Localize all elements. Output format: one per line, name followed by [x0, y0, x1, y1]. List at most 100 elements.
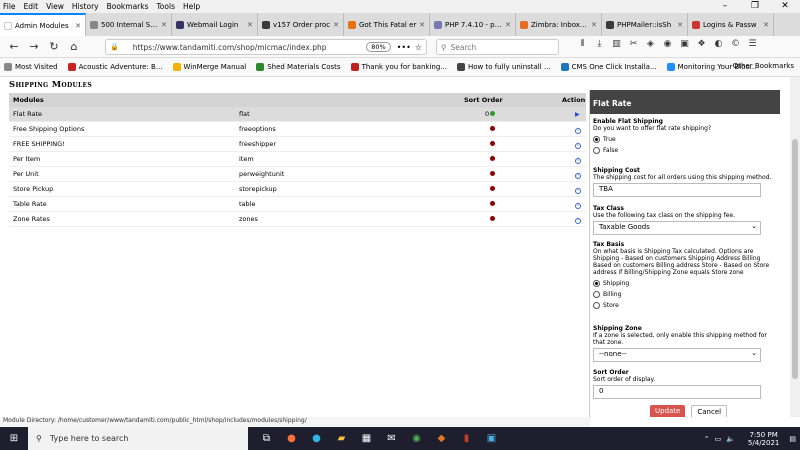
clock[interactable]: 7:50 PM 5/4/2021: [748, 431, 779, 447]
tab-5[interactable]: PHP 7.4.10 - phpinfo✕: [430, 13, 516, 36]
cancel-button[interactable]: Cancel: [691, 405, 728, 417]
radio-true-icon[interactable]: [593, 136, 600, 143]
info-icon[interactable]: i: [575, 187, 581, 194]
status-enabled-icon[interactable]: [490, 111, 496, 116]
menu-hamburger-icon[interactable]: ☰: [744, 39, 761, 49]
pocket-icon[interactable]: ◈: [642, 39, 659, 49]
more-icon[interactable]: •••: [397, 43, 411, 52]
minimize-icon[interactable]: –: [710, 0, 740, 13]
extension-icon-2[interactable]: ▣: [676, 39, 693, 49]
radio-true[interactable]: True: [593, 136, 777, 143]
search-input[interactable]: ⚲ Search: [436, 39, 559, 55]
info-icon[interactable]: i: [575, 127, 581, 134]
close-icon[interactable]: ✕: [75, 22, 81, 30]
radio-billing-icon[interactable]: [593, 291, 600, 298]
status-disabled-icon[interactable]: [490, 126, 495, 131]
forward-icon[interactable]: →: [24, 40, 44, 53]
menu-bookmarks[interactable]: Bookmarks: [107, 2, 149, 11]
other-bookmarks[interactable]: Other Bookmarks: [733, 62, 794, 70]
status-disabled-icon[interactable]: [490, 156, 495, 161]
tray-up-icon[interactable]: ⌃: [704, 435, 710, 443]
windows-start-icon[interactable]: ⊞: [0, 433, 28, 444]
network-icon[interactable]: ▭: [715, 435, 722, 443]
menu-history[interactable]: History: [72, 2, 99, 11]
library-icon[interactable]: ⫴: [574, 39, 591, 49]
tab-0[interactable]: Admin Modules ✕: [0, 13, 86, 36]
reload-icon[interactable]: ↻: [44, 40, 64, 53]
bookmark-star-icon[interactable]: ☆: [415, 43, 422, 52]
filezilla-icon[interactable]: ▮: [454, 433, 479, 444]
table-row[interactable]: Per Item item i: [9, 152, 586, 167]
screenshot-icon[interactable]: ✂: [625, 39, 642, 49]
tab-4[interactable]: Got This Fatal er ✕: [344, 13, 430, 36]
account-icon[interactable]: ◐: [710, 39, 727, 49]
download-icon[interactable]: ⤓: [591, 39, 608, 49]
close-icon[interactable]: ✕: [763, 21, 769, 29]
menu-file[interactable]: File: [3, 2, 16, 11]
cost-input[interactable]: TBA: [593, 183, 761, 197]
bookmark-item[interactable]: Thank you for banking...: [350, 63, 447, 71]
address-bar[interactable]: 🔒 https://www.tandamiti.com/shop/micmac/…: [105, 39, 427, 55]
close-icon[interactable]: ✕: [677, 21, 683, 29]
table-row[interactable]: Free Shipping Options freeoptions i: [9, 122, 586, 137]
table-row[interactable]: FREE SHIPPING! freeshipper i: [9, 137, 586, 152]
home-icon[interactable]: ⌂: [64, 40, 84, 53]
mail-icon[interactable]: ✉: [379, 433, 404, 444]
close-icon[interactable]: ✕: [333, 21, 339, 29]
scrollbar[interactable]: [790, 77, 800, 417]
volume-icon[interactable]: 🔈: [726, 435, 735, 443]
close-icon[interactable]: ✕: [419, 21, 425, 29]
radio-shipping-icon[interactable]: [593, 280, 600, 287]
back-icon[interactable]: ←: [4, 40, 24, 53]
task-view-icon[interactable]: ⧉: [254, 433, 279, 444]
status-disabled-icon[interactable]: [490, 216, 495, 221]
tab-6[interactable]: Zimbra: Inbox (1) ✕: [516, 13, 602, 36]
info-icon[interactable]: i: [575, 217, 581, 224]
radio-shipping[interactable]: Shipping: [593, 280, 777, 287]
extension-icon[interactable]: ◉: [659, 39, 676, 49]
bookmark-item[interactable]: CMS One Click Installa...: [560, 63, 657, 71]
menu-tools[interactable]: Tools: [157, 2, 175, 11]
table-row[interactable]: Table Rate table i: [9, 197, 586, 212]
zoom-level[interactable]: 80%: [366, 42, 391, 52]
sidebar-icon[interactable]: ▥: [608, 39, 625, 49]
bookmark-item[interactable]: Acoustic Adventure: B...: [67, 63, 163, 71]
bookmark-item[interactable]: Most Visited: [4, 63, 58, 71]
tab-7[interactable]: PHPMailer::isSh ✕: [602, 13, 688, 36]
radio-false[interactable]: False: [593, 147, 777, 154]
tab-8[interactable]: Logins & Passw ✕: [688, 13, 774, 36]
radio-billing[interactable]: Billing: [593, 291, 777, 298]
close-icon[interactable]: ✕: [161, 21, 167, 29]
table-row[interactable]: Zone Rates zones i: [9, 212, 586, 227]
close-icon[interactable]: ✕: [505, 21, 511, 29]
app-icon[interactable]: ◆: [429, 433, 454, 444]
status-disabled-icon[interactable]: [490, 171, 495, 176]
close-icon[interactable]: ✕: [770, 0, 800, 13]
update-button[interactable]: Update: [650, 405, 686, 417]
extension-icon-3[interactable]: ❖: [693, 39, 710, 49]
table-row[interactable]: Store Pickup storepickup i: [9, 182, 586, 197]
radio-store[interactable]: Store: [593, 302, 777, 309]
radio-false-icon[interactable]: [593, 147, 600, 154]
info-icon[interactable]: i: [575, 157, 581, 164]
file-explorer-icon[interactable]: ▰: [329, 433, 354, 444]
close-icon[interactable]: ✕: [247, 21, 253, 29]
radio-store-icon[interactable]: [593, 302, 600, 309]
info-icon[interactable]: i: [575, 142, 581, 149]
taskbar-search-input[interactable]: ⚲ Type here to search: [28, 427, 248, 450]
status-disabled-icon[interactable]: [490, 141, 495, 146]
app-icon-2[interactable]: ▣: [479, 433, 504, 444]
info-icon[interactable]: i: [575, 172, 581, 179]
menu-help[interactable]: Help: [183, 2, 200, 11]
table-row[interactable]: Per Unit perweightunit i: [9, 167, 586, 182]
zone-select[interactable]: --none-- ⌄: [593, 348, 761, 362]
close-icon[interactable]: ✕: [591, 21, 597, 29]
menu-edit[interactable]: Edit: [24, 2, 39, 11]
menu-view[interactable]: View: [46, 2, 64, 11]
chrome-icon[interactable]: ◉: [404, 433, 429, 444]
edge-icon[interactable]: ●: [304, 433, 329, 444]
status-disabled-icon[interactable]: [490, 201, 495, 206]
tab-3[interactable]: v157 Order proc ✕: [258, 13, 344, 36]
tab-1[interactable]: 500 Internal Server E✕: [86, 13, 172, 36]
store-icon[interactable]: ▦: [354, 433, 379, 444]
